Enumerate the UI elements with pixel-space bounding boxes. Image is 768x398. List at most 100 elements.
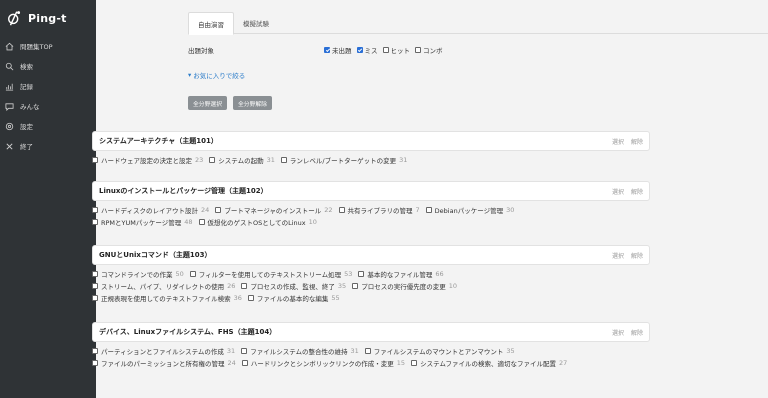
checkbox-box[interactable]: [92, 295, 98, 301]
checkbox-box[interactable]: [382, 47, 389, 53]
subtopic-checkbox[interactable]: 共有ライブラリの管理 7: [338, 205, 420, 215]
subtopic-checkbox[interactable]: ファイルシステムのマウントとアンマウント 35: [364, 346, 515, 356]
filter-unanswered-checkbox[interactable]: 未出題: [324, 45, 352, 55]
topic-section-104: デバイス、Linuxファイルシステム、FHS（主題104） 選択 解除 パーティ…: [92, 322, 650, 369]
tab-mock-exam[interactable]: 模擬試験: [234, 12, 278, 34]
subtopic-label: システムファイルの検索、適切なファイル配置: [420, 360, 556, 368]
sidebar-item-top[interactable]: 問題集TOP: [0, 36, 96, 56]
subtopic-checkbox[interactable]: フィルターを使用してのテキストストリーム処理 53: [189, 269, 353, 279]
logo-text: Ping-t: [28, 11, 67, 25]
checkbox-box[interactable]: [92, 271, 98, 277]
subtopic-row: コマンドラインでの作業 50 フィルターを使用してのテキストストリーム処理 53 基…: [92, 268, 650, 280]
select-topic-link[interactable]: 選択: [612, 251, 624, 260]
checkbox-box[interactable]: [92, 283, 98, 289]
checkbox-box[interactable]: [92, 157, 98, 163]
deselect-all-button[interactable]: 全分野解除: [233, 96, 272, 110]
subtopic-checkbox[interactable]: ファイルシステムの整合性の維持 31: [241, 346, 359, 356]
topic-title: Linuxのインストールとパッケージ管理（主題102）: [99, 187, 268, 195]
sidebar-item-label: みんな: [20, 103, 40, 111]
sidebar-item-settings[interactable]: 設定: [0, 116, 96, 136]
checkbox-box[interactable]: [189, 271, 196, 277]
tab-free-practice[interactable]: 自由演習: [188, 12, 234, 35]
topic-section-102: Linuxのインストールとパッケージ管理（主題102） 選択 解除 ハードディス…: [92, 181, 650, 228]
checkbox-box[interactable]: [280, 157, 287, 163]
ping-t-logo-icon: [7, 11, 21, 26]
checkbox-box[interactable]: [358, 271, 365, 277]
checkbox-box[interactable]: [411, 360, 418, 366]
checkbox-box[interactable]: [425, 207, 432, 213]
release-topic-link[interactable]: 解除: [631, 137, 643, 146]
checkbox-box[interactable]: [241, 348, 248, 354]
subtopic-checkbox[interactable]: RPMとYUMパッケージ管理 48: [92, 217, 193, 227]
subtopic-checkbox[interactable]: 正規表現を使用してのテキストファイル検索 36: [92, 293, 242, 303]
subtopic-checkbox[interactable]: ハードディスクのレイアウト設計 24: [92, 205, 209, 215]
checkbox-box[interactable]: [338, 207, 345, 213]
subtopic-checkbox[interactable]: ハードリンクとシンボリックリンクの作成・変更 15: [241, 358, 405, 368]
subtopic-label: Debianパッケージ管理: [434, 207, 504, 215]
sidebar-item-search[interactable]: 検索: [0, 56, 96, 76]
filter-miss-checkbox[interactable]: ミス: [356, 45, 378, 55]
subtopic-checkbox[interactable]: プロセスの作成、監視、終了 35: [241, 281, 346, 291]
filter-hit-checkbox[interactable]: ヒット: [382, 45, 410, 55]
checkbox-box[interactable]: [92, 348, 98, 354]
question-count: 48: [184, 218, 193, 226]
release-topic-link[interactable]: 解除: [631, 251, 643, 260]
subtopic-checkbox[interactable]: ハードウェア設定の決定と設定 23: [92, 155, 203, 165]
checkbox-box[interactable]: [209, 157, 216, 163]
sidebar-item-record[interactable]: 記録: [0, 76, 96, 96]
topic-title: GNUとUnixコマンド（主題103）: [99, 251, 212, 259]
question-count: 24: [227, 359, 236, 367]
subtopic-row: ハードウェア設定の決定と設定 23 システムの起動 31 ランレベル/ブートターゲッ…: [92, 154, 650, 166]
select-topic-link[interactable]: 選択: [612, 187, 624, 196]
checkbox-box[interactable]: [247, 295, 254, 301]
checkbox-box[interactable]: [241, 360, 248, 366]
select-topic-link[interactable]: 選択: [612, 137, 624, 146]
subtopic-checkbox[interactable]: ストリーム、パイプ、リダイレクトの使用 26: [92, 281, 235, 291]
subtopic-checkbox[interactable]: ランレベル/ブートターゲットの変更 31: [280, 155, 407, 165]
checkbox-box[interactable]: [198, 219, 205, 225]
subtopic-checkbox[interactable]: ファイルのパーミッションと所有権の管理 24: [92, 358, 236, 368]
checkbox-box[interactable]: [364, 348, 371, 354]
subtopic-checkbox[interactable]: プロセスの実行優先度の変更 10: [352, 281, 457, 291]
topic-header: Linuxのインストールとパッケージ管理（主題102） 選択 解除: [92, 181, 650, 201]
release-topic-link[interactable]: 解除: [631, 328, 643, 337]
checkbox-box[interactable]: [415, 47, 421, 53]
subtopic-label: 基本的なファイル管理: [367, 271, 433, 279]
subtopic-checkbox[interactable]: ブートマネージャのインストール 22: [215, 205, 333, 215]
question-count: 7: [415, 206, 420, 214]
subtopic-checkbox[interactable]: 基本的なファイル管理 66: [358, 269, 444, 279]
filter-options: 未出題 ミス ヒット コンボ: [324, 45, 443, 55]
subtopic-checkbox[interactable]: システムの起動 31: [209, 155, 275, 165]
checkbox-box[interactable]: [92, 360, 98, 366]
subtopic-checkbox[interactable]: Debianパッケージ管理 30: [425, 205, 514, 215]
question-filter: 出題対象 未出題 ミス ヒット コンボ: [188, 44, 768, 56]
checkbox-box[interactable]: [215, 207, 222, 213]
subtopic-label: ストリーム、パイプ、リダイレクトの使用: [101, 283, 225, 291]
subtopic-label: ハードディスクのレイアウト設計: [101, 207, 199, 215]
sidebar-item-community[interactable]: みんな: [0, 96, 96, 116]
sidebar-item-exit[interactable]: 終了: [0, 136, 96, 156]
release-topic-link[interactable]: 解除: [631, 187, 643, 196]
checkbox-box[interactable]: [324, 47, 330, 53]
checkbox-box[interactable]: [92, 219, 98, 225]
question-count: 53: [344, 270, 353, 278]
checkbox-box[interactable]: [356, 47, 363, 53]
checkbox-box[interactable]: [352, 283, 359, 289]
search-icon: [5, 62, 14, 71]
subtopic-checkbox[interactable]: パーティションとファイルシステムの作成 31: [92, 346, 235, 356]
checkbox-box[interactable]: [241, 283, 248, 289]
select-topic-link[interactable]: 選択: [612, 328, 624, 337]
checkbox-label: コンボ: [423, 47, 443, 55]
logo[interactable]: Ping-t: [0, 0, 96, 36]
mode-tabs: 自由演習 模擬試験: [188, 12, 768, 35]
subtopic-checkbox[interactable]: ファイルの基本的な編集 55: [247, 293, 340, 303]
subtopic-checkbox[interactable]: システムファイルの検索、適切なファイル配置 27: [411, 358, 567, 368]
subtopic-checkbox[interactable]: コマンドラインでの作業 50: [92, 269, 184, 279]
select-all-button[interactable]: 全分野選択: [188, 96, 227, 110]
subtopic-label: コマンドラインでの作業: [101, 271, 173, 279]
favorites-filter-link[interactable]: ▾ お気に入りで絞る: [188, 70, 768, 80]
checkbox-box[interactable]: [92, 207, 98, 213]
filter-combo-checkbox[interactable]: コンボ: [415, 45, 443, 55]
subtopic-checkbox[interactable]: 仮想化のゲストOSとしてのLinux 10: [198, 217, 317, 227]
topic-actions: 選択 解除: [612, 328, 643, 337]
